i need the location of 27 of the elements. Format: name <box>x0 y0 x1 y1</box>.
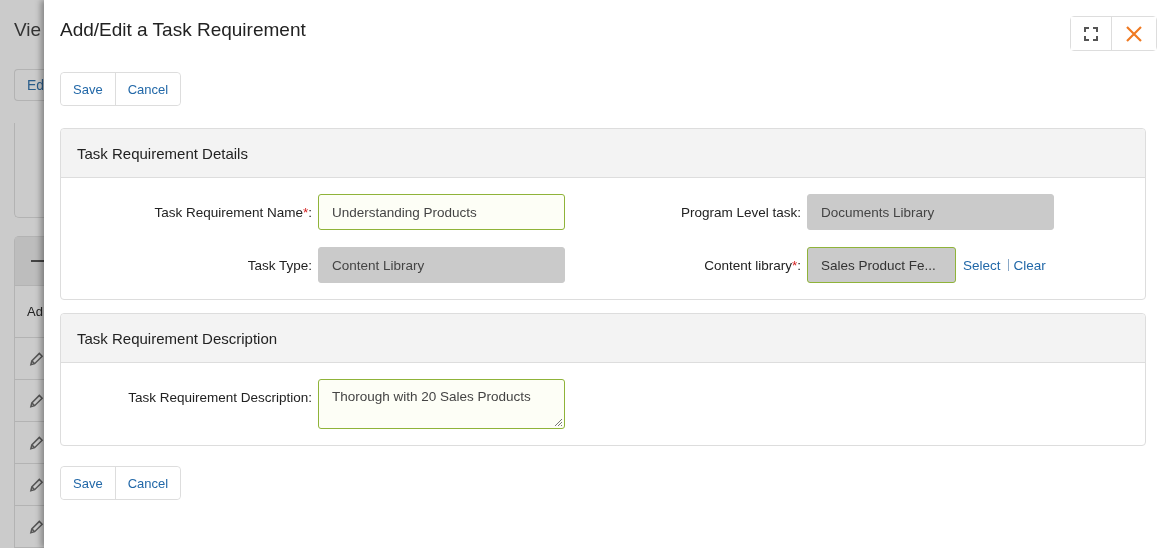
resize-grip-icon[interactable] <box>554 418 563 427</box>
dialog-title: Add/Edit a Task Requirement <box>60 19 306 41</box>
readonly-field: Content Library <box>318 247 565 283</box>
pencil-icon[interactable] <box>29 518 44 535</box>
clear-link[interactable]: Clear <box>1013 257 1046 273</box>
pencil-icon[interactable] <box>29 350 44 367</box>
field-label: Task Type: <box>246 257 313 273</box>
select-link[interactable]: Select <box>963 257 1001 273</box>
textarea-field[interactable]: Thorough with 20 Sales Products <box>318 379 565 429</box>
cancel-button[interactable]: Cancel <box>114 467 181 499</box>
cancel-button[interactable]: Cancel <box>114 73 181 105</box>
section-header: Task Requirement Details <box>61 129 1145 178</box>
text-field[interactable]: Understanding Products <box>318 194 565 230</box>
readonly-field: Documents Library <box>807 194 1054 230</box>
pencil-icon[interactable] <box>29 392 44 409</box>
field-label: Program Level task: <box>679 204 802 220</box>
section-header: Task Requirement Description <box>61 314 1145 363</box>
field-label: Task Requirement Name*: <box>153 204 313 220</box>
expand-icon <box>1084 26 1098 41</box>
pencil-icon[interactable] <box>29 434 44 451</box>
lookup-field[interactable]: Sales Product Fe... <box>807 247 956 283</box>
field-label: Task Requirement Description: <box>127 389 313 405</box>
page-title: Vie <box>14 19 43 42</box>
column-header: Ad <box>27 304 43 319</box>
close-icon <box>1125 24 1143 43</box>
pencil-icon[interactable] <box>29 476 44 493</box>
field-label: Content library*: <box>703 257 802 273</box>
